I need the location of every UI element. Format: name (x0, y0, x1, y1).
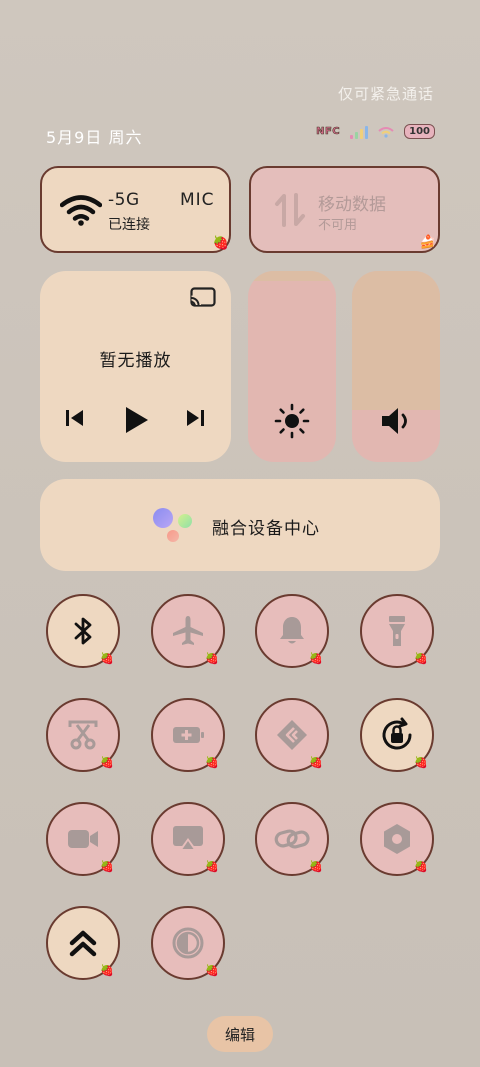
strawberry-icon: 🍓 (205, 964, 219, 977)
mobile-data-status: 不可用 (318, 218, 358, 233)
settings-nut-toggle[interactable]: 🍓 (360, 802, 434, 876)
wifi-status: 已连接 (108, 217, 150, 233)
strawberry-icon: 🍓 (309, 652, 323, 665)
battery-saver-icon (173, 727, 204, 743)
share-icon (277, 720, 307, 750)
strawberry-icon: 🍓 (414, 860, 428, 873)
brightness-icon (274, 403, 310, 439)
emergency-call-only-text: 仅可紧急通话 (337, 85, 434, 103)
signal-bars-icon (350, 125, 369, 139)
status-icons: NFC 100 (316, 124, 435, 139)
battery-saver-toggle[interactable]: 🍓 (151, 698, 225, 772)
strawberry-icon: 🍓 (212, 236, 229, 251)
strawberry-icon: 🍓 (414, 652, 428, 665)
battery-icon: 100 (404, 124, 435, 139)
rotation-lock-toggle[interactable]: 🍓 (360, 698, 434, 772)
play-icon[interactable] (122, 405, 150, 435)
screenshot-toggle[interactable]: 🍓 (46, 698, 120, 772)
ring-mode-toggle[interactable]: 🍓 (255, 594, 329, 668)
strawberry-icon: 🍓 (414, 756, 428, 769)
double-chevron-up-icon (69, 930, 97, 957)
link-icon (274, 829, 310, 849)
volume-icon (382, 408, 407, 434)
mobile-data-card[interactable]: 移动数据 不可用 🍰 (249, 166, 440, 253)
cast-icon[interactable] (190, 287, 216, 309)
wifi-network-name-suffix: MIC (180, 190, 215, 210)
brightness-track (248, 271, 336, 281)
bluetooth-icon (74, 617, 92, 645)
bell-icon (280, 617, 304, 644)
no-playback-text: 暂无播放 (99, 351, 172, 371)
next-icon[interactable] (184, 407, 206, 429)
strawberry-icon: 🍓 (205, 652, 219, 665)
fusion-device-center-card[interactable]: 融合设备中心 (40, 479, 440, 571)
brightness-slider[interactable] (248, 271, 336, 462)
nfc-icon: NFC (316, 126, 341, 138)
bluetooth-toggle[interactable]: 🍓 (46, 594, 120, 668)
wifi-status-icon (378, 126, 394, 138)
strawberry-icon: 🍓 (205, 860, 219, 873)
wifi-network-name: -5G (108, 190, 140, 210)
media-player-card[interactable]: 暂无播放 (40, 271, 231, 462)
fusion-device-center-label: 融合设备中心 (212, 519, 320, 539)
fusion-logo-icon (153, 508, 192, 542)
cake-icon: 🍰 (419, 235, 436, 250)
edit-button[interactable]: 编辑 (207, 1016, 273, 1052)
screen-record-toggle[interactable]: 🍓 (46, 802, 120, 876)
date-label: 5月9日 周六 (46, 128, 143, 147)
flashlight-icon (389, 616, 405, 646)
airplane-mode-toggle[interactable]: 🍓 (151, 594, 225, 668)
strawberry-icon: 🍓 (205, 756, 219, 769)
mobile-data-icon (275, 193, 305, 227)
link-toggle[interactable]: 🍓 (255, 802, 329, 876)
strawberry-icon: 🍓 (309, 860, 323, 873)
hexagon-nut-icon (384, 824, 410, 854)
rotation-lock-icon (382, 717, 412, 750)
share-toggle[interactable]: 🍓 (255, 698, 329, 772)
previous-icon[interactable] (64, 407, 86, 429)
flashlight-toggle[interactable]: 🍓 (360, 594, 434, 668)
strawberry-icon: 🍓 (309, 756, 323, 769)
mobile-data-title: 移动数据 (318, 195, 386, 215)
strawberry-icon: 🍓 (100, 860, 114, 873)
wifi-icon (60, 195, 102, 226)
volume-track (352, 271, 440, 411)
strawberry-icon: 🍓 (100, 652, 114, 665)
screenshot-scissors-icon (68, 720, 98, 750)
airplane-icon (173, 616, 203, 645)
wifi-card[interactable]: -5G MIC 已连接 🍓 (40, 166, 231, 253)
performance-mode-toggle[interactable]: 🍓 (46, 906, 120, 980)
airplay-icon (173, 826, 203, 849)
strawberry-icon: 🍓 (100, 964, 114, 977)
dark-mode-icon (172, 927, 204, 959)
video-camera-icon (68, 830, 98, 848)
screen-cast-toggle[interactable]: 🍓 (151, 802, 225, 876)
strawberry-icon: 🍓 (100, 756, 114, 769)
dark-mode-toggle[interactable]: 🍓 (151, 906, 225, 980)
volume-slider[interactable] (352, 271, 440, 462)
